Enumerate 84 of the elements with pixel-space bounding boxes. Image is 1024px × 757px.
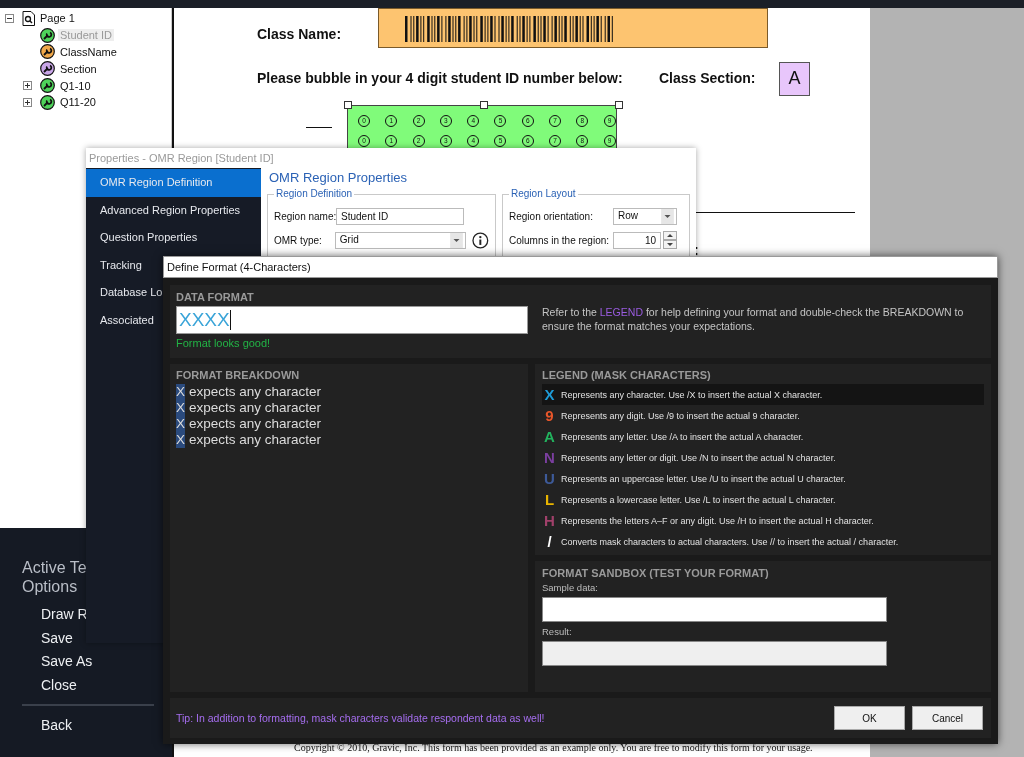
mask-character: N xyxy=(544,449,555,466)
form-label: Class Name: xyxy=(257,26,342,42)
field-label: Columns in the region: xyxy=(509,234,611,246)
tree-item[interactable]: Q1-10 xyxy=(58,79,93,92)
dialog-button[interactable]: OK xyxy=(834,706,905,730)
legend-text: Represents any digit. Use /9 to insert the actual 9 character. xyxy=(561,410,800,421)
dialog-button[interactable]: Cancel xyxy=(912,706,983,730)
section-title: DATA FORMAT xyxy=(176,291,255,303)
nav-item[interactable]: OMR Region Definition xyxy=(86,169,261,197)
tip-text: Tip: In addition to formatting, mask characters validate respondent data as well! xyxy=(176,712,545,724)
form-label: Class Section: xyxy=(659,70,756,86)
expand-icon[interactable] xyxy=(23,81,32,91)
mask-character: 9 xyxy=(544,407,555,424)
mask-character: L xyxy=(544,491,555,508)
legend-row[interactable]: N Represents any letter or digit. Use /N to insert the actual N character. xyxy=(542,447,984,468)
help-text: Refer to the LEGEND for help defining your format and double-check the BREAKDOWN to ensure the format matches your expectations. xyxy=(542,305,965,334)
instruction-text: Please bubble in your 4 digit student ID number below: xyxy=(257,70,623,86)
dropdown[interactable]: Grid xyxy=(334,231,467,249)
back-item[interactable]: Back xyxy=(41,714,73,738)
spinner-icon[interactable] xyxy=(663,231,677,249)
caret-icon xyxy=(659,208,676,224)
menu-item[interactable]: Close xyxy=(41,673,77,697)
tree-item[interactable]: Q11-20 xyxy=(58,96,98,109)
mask-character: X xyxy=(544,386,555,403)
legend-row[interactable]: X Represents any character. Use /X to insert the actual X character. xyxy=(542,384,984,405)
legend-text: Converts mask characters to actual characters. Use // to insert the actual / character. xyxy=(561,536,899,547)
legend-text: Represents any letter. Use /A to insert the actual A character. xyxy=(561,431,804,442)
field-label: Sample data: xyxy=(542,582,599,593)
dropdown[interactable]: Row xyxy=(613,207,677,225)
breakdown-text: expects any character xyxy=(189,432,322,448)
section-title: FORMAT BREAKDOWN xyxy=(176,369,301,381)
mask-character: / xyxy=(546,533,553,550)
mask-character: X xyxy=(176,384,185,400)
caret-icon xyxy=(448,232,466,248)
legend-row[interactable]: 9 Represents any digit. Use /9 to insert the actual 9 character. xyxy=(542,405,984,426)
status-text: Format looks good! xyxy=(176,337,272,349)
field-label: OMR type: xyxy=(274,234,323,246)
menu-item[interactable]: Save As xyxy=(41,650,93,674)
legend-row[interactable]: / Converts mask characters to actual characters. Use // to insert the actual / character. xyxy=(542,531,984,552)
tree-item[interactable]: ClassName xyxy=(58,46,119,58)
sample-data-field[interactable] xyxy=(542,597,887,622)
resize-handle[interactable] xyxy=(480,101,488,109)
resize-handle[interactable] xyxy=(344,101,352,109)
legend-text: Represents a lowercase letter. Use /L to insert the actual L character. xyxy=(561,494,836,505)
dialog-title: Define Format (4-Characters) xyxy=(163,256,998,278)
field-label: Region name: xyxy=(274,210,336,222)
text-field[interactable]: Student ID xyxy=(336,207,464,225)
legend-row[interactable]: H Represents the letters A–F or any digit. Use /H to insert the actual H character. xyxy=(542,510,984,531)
mask-character: X xyxy=(176,400,185,416)
nav-item[interactable]: Question Properties xyxy=(86,224,261,252)
resize-handle[interactable] xyxy=(615,101,623,109)
legend-row[interactable]: L Represents a lowercase letter. Use /L to insert the actual L character. xyxy=(542,489,984,510)
menu-heading: Active Te Options xyxy=(22,558,88,596)
mask-character: X xyxy=(176,416,185,432)
section-title: FORMAT SANDBOX (TEST YOUR FORMAT) xyxy=(542,567,770,579)
breakdown-text: expects any character xyxy=(189,400,322,416)
field-label: Region orientation: xyxy=(509,210,594,222)
tree-item[interactable]: Page 1 xyxy=(38,12,77,25)
tree-item[interactable]: Section xyxy=(58,62,99,75)
collapse-icon[interactable] xyxy=(5,13,14,23)
number-field[interactable]: 10 xyxy=(613,231,661,249)
expand-icon[interactable] xyxy=(23,97,32,107)
legend-text: Represents any letter or digit. Use /N to insert the actual N character. xyxy=(561,452,836,463)
section-title: LEGEND (MASK CHARACTERS) xyxy=(542,369,712,381)
mask-character: U xyxy=(544,470,555,487)
window-title: Properties - OMR Region [Student ID] xyxy=(88,151,275,166)
nav-item[interactable]: Advanced Region Properties xyxy=(86,196,261,225)
legend-text: Represents an uppercase letter. Use /U to insert the actual U character. xyxy=(561,473,846,484)
legend-row[interactable]: A Represents any letter. Use /A to insert the actual A character. xyxy=(542,426,984,447)
info-icon[interactable] xyxy=(472,231,489,249)
field-label: Result: xyxy=(542,626,573,637)
breakdown-text: expects any character xyxy=(189,384,322,400)
menu-item[interactable]: Draw R xyxy=(41,603,88,627)
menu-item[interactable]: Save xyxy=(41,626,73,650)
group-title: Region Layout xyxy=(509,188,578,199)
breakdown-text: expects any character xyxy=(189,416,322,432)
section-box: A xyxy=(779,62,810,96)
mask-character: H xyxy=(544,512,555,529)
legend-text: Represents the letters A–F or any digit. Use /H to insert the actual H character. xyxy=(561,515,874,526)
mask-character: A xyxy=(544,428,555,445)
legend-text: Represents any character. Use /X to insert the actual X character. xyxy=(561,389,823,400)
mask-character: X xyxy=(176,432,185,448)
legend-row[interactable]: U Represents an uppercase letter. Use /U to insert the actual U character. xyxy=(542,468,984,489)
group-title: Region Definition xyxy=(274,188,355,199)
